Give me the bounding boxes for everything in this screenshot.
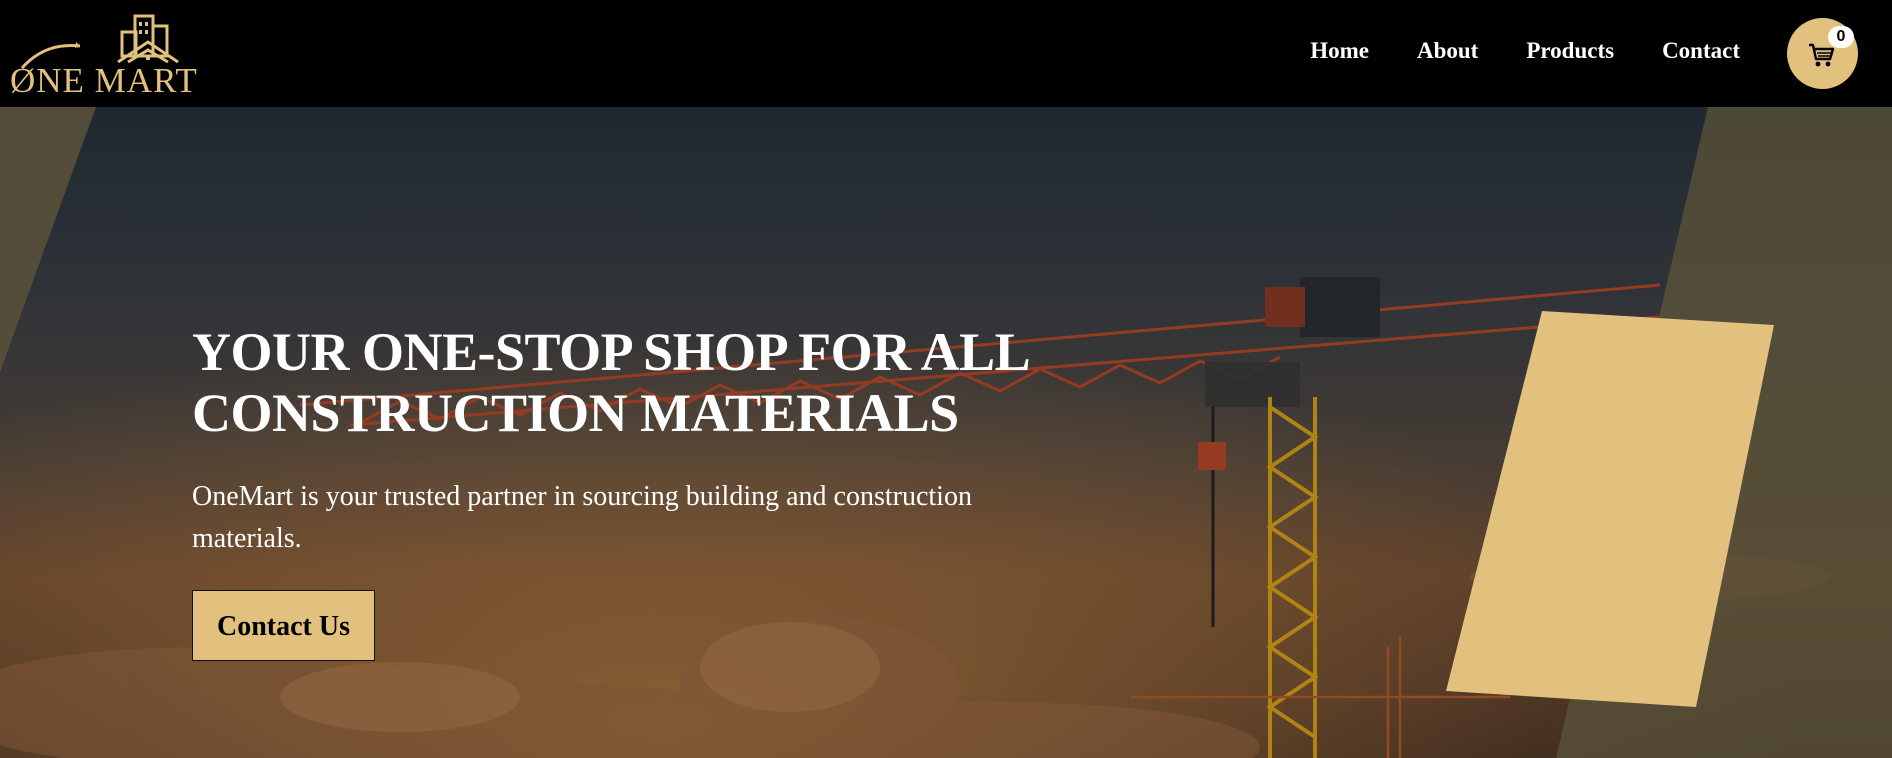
navbar: ØNE MART Home About Products Contact 0 bbox=[0, 0, 1892, 107]
hero-subtitle: OneMart is your trusted partner in sourc… bbox=[192, 481, 972, 554]
hero-title-line2: CONSTRUCTION MATERIALS bbox=[192, 383, 959, 443]
cart-count-badge: 0 bbox=[1828, 26, 1854, 48]
brand-name: ØNE MART bbox=[10, 61, 198, 100]
nav-products-link[interactable]: Products bbox=[1526, 38, 1614, 64]
decorative-gold-panel bbox=[1446, 311, 1774, 707]
hero-title-line1: YOUR ONE-STOP SHOP FOR ALL bbox=[192, 322, 1031, 382]
hero-content: YOUR ONE-STOP SHOP FOR ALL CONSTRUCTION … bbox=[192, 322, 1092, 661]
cart-button[interactable]: 0 bbox=[1787, 18, 1858, 89]
nav-home-link[interactable]: Home bbox=[1310, 38, 1369, 64]
nav-contact-link[interactable]: Contact bbox=[1662, 38, 1740, 64]
nav-about-link[interactable]: About bbox=[1417, 38, 1478, 64]
contact-us-button[interactable]: Contact Us bbox=[192, 590, 375, 661]
shopping-cart-icon bbox=[1809, 43, 1835, 67]
hero-section: YOUR ONE-STOP SHOP FOR ALL CONSTRUCTION … bbox=[0, 107, 1892, 758]
brand-logo[interactable]: ØNE MART bbox=[10, 10, 198, 100]
main-nav: Home About Products Contact bbox=[1310, 38, 1740, 64]
hero-title: YOUR ONE-STOP SHOP FOR ALL CONSTRUCTION … bbox=[192, 322, 1092, 444]
